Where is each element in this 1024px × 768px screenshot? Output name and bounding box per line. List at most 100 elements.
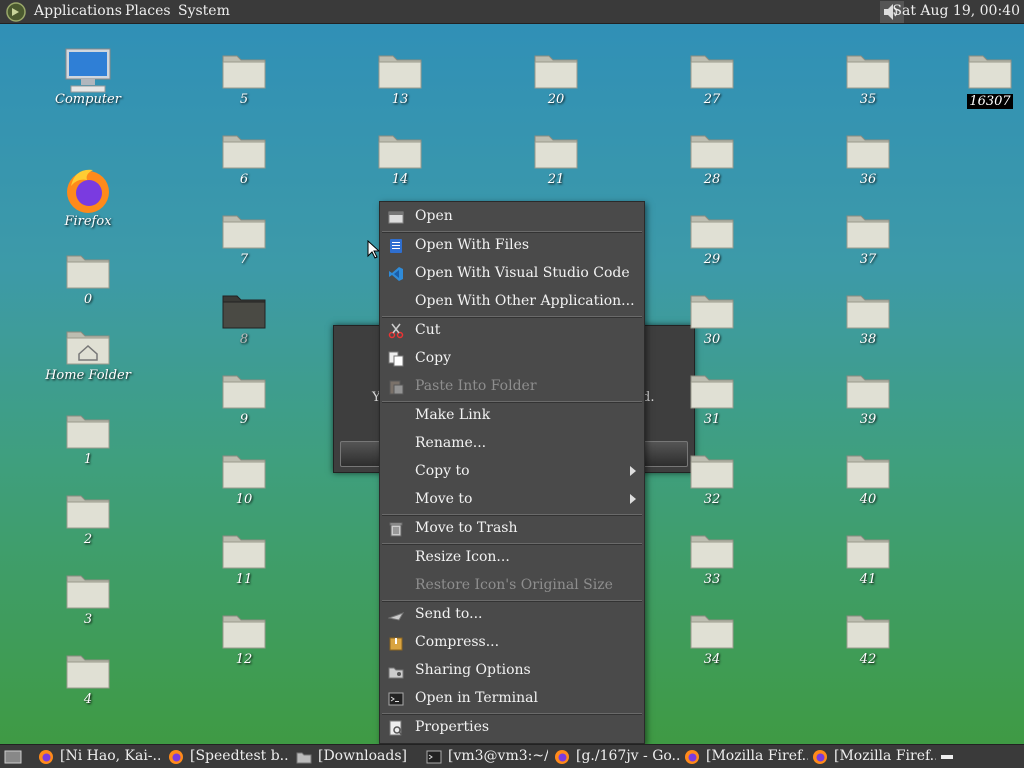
folder-35[interactable]: 35: [818, 50, 918, 107]
folder-icon: [65, 410, 111, 450]
task-downloads[interactable]: [Downloads]: [296, 747, 414, 767]
folder-label: 8: [239, 332, 249, 347]
task-speedtest[interactable]: [Speedtest b...: [168, 747, 288, 767]
folder-33[interactable]: 33: [662, 530, 762, 587]
folder-30[interactable]: 30: [662, 290, 762, 347]
folder-31[interactable]: 31: [662, 370, 762, 427]
menu-item-move-to-trash[interactable]: Move to Trash: [380, 515, 644, 541]
folder-7[interactable]: 7: [194, 210, 294, 267]
menu-item-copy[interactable]: Copy: [380, 345, 644, 371]
menu-item-label: Resize Icon...: [415, 549, 510, 565]
firefox-desktop-icon[interactable]: Firefox: [38, 166, 138, 229]
menu-item-send-to[interactable]: Send to...: [380, 601, 644, 627]
task-google[interactable]: [g./167jv - Go...: [554, 747, 680, 767]
folder-label: 40: [859, 492, 877, 507]
menu-item-open-in-terminal[interactable]: Open in Terminal: [380, 685, 644, 711]
folder-14[interactable]: 14: [350, 130, 450, 187]
folder-1[interactable]: 1: [38, 410, 138, 467]
folder-label: 7: [239, 252, 249, 267]
menu-item-cut[interactable]: Cut: [380, 317, 644, 343]
workspace-switcher-icon[interactable]: [940, 751, 954, 763]
folder-36[interactable]: 36: [818, 130, 918, 187]
menu-item-open-with-vscode[interactable]: Open With Visual Studio Code: [380, 260, 644, 286]
folder-3[interactable]: 3: [38, 570, 138, 627]
folder-41[interactable]: 41: [818, 530, 918, 587]
folder-icon: [845, 50, 891, 90]
task-mozilla-firefox-2[interactable]: [Mozilla Firef...: [812, 747, 936, 767]
menu-item-compress[interactable]: Compress...: [380, 629, 644, 655]
home-folder-desktop-icon[interactable]: Home Folder: [38, 326, 138, 383]
folder-13[interactable]: 13: [350, 50, 450, 107]
folder-12[interactable]: 12: [194, 610, 294, 667]
folder-icon: [65, 650, 111, 690]
applications-menu[interactable]: Applications: [34, 3, 122, 19]
folder-0[interactable]: 0: [38, 250, 138, 307]
folder-34[interactable]: 34: [662, 610, 762, 667]
task-mozilla-firefox-1[interactable]: [Mozilla Firef...: [684, 747, 808, 767]
folder-label: 0: [83, 292, 93, 307]
task-label: [Ni Hao, Kai-...: [60, 748, 160, 764]
menu-item-open-with-other[interactable]: Open With Other Application...: [380, 288, 644, 314]
folder-28[interactable]: 28: [662, 130, 762, 187]
folder-9[interactable]: 9: [194, 370, 294, 427]
folder-label: 6: [239, 172, 249, 187]
menu-item-copy-to[interactable]: Copy to: [380, 458, 644, 484]
folder-icon: [689, 50, 735, 90]
task-terminal[interactable]: [vm3@vm3:~/...: [426, 747, 548, 767]
show-desktop-icon[interactable]: [4, 749, 22, 765]
firefox-icon: [169, 750, 183, 764]
folder-39[interactable]: 39: [818, 370, 918, 427]
folder-27[interactable]: 27: [662, 50, 762, 107]
folder-32[interactable]: 32: [662, 450, 762, 507]
folder-40[interactable]: 40: [818, 450, 918, 507]
task-label: [g./167jv - Go...: [576, 748, 680, 764]
computer-desktop-icon[interactable]: Computer: [38, 46, 138, 107]
folder-icon: [845, 450, 891, 490]
folder-2[interactable]: 2: [38, 490, 138, 547]
menu-item-open-with-files[interactable]: Open With Files: [380, 232, 644, 258]
folder-label: 33: [703, 572, 721, 587]
folder-8-selected[interactable]: 8: [194, 290, 294, 347]
menu-item-rename[interactable]: Rename...: [380, 430, 644, 456]
folder-5[interactable]: 5: [194, 50, 294, 107]
folder-icon: [65, 250, 111, 290]
folder-42[interactable]: 42: [818, 610, 918, 667]
folder-label: 10: [235, 492, 253, 507]
menu-item-label: Move to Trash: [415, 520, 518, 536]
menu-item-open[interactable]: Open: [380, 203, 644, 229]
folder-10[interactable]: 10: [194, 450, 294, 507]
folder-16307[interactable]: 16307: [940, 50, 1024, 109]
folder-icon: [65, 490, 111, 530]
computer-icon: [65, 48, 111, 93]
folder-icon: [845, 130, 891, 170]
menu-item-label: Compress...: [415, 634, 500, 650]
menu-item-move-to[interactable]: Move to: [380, 486, 644, 512]
menu-item-label: Open: [415, 208, 453, 224]
folder-21[interactable]: 21: [506, 130, 606, 187]
task-label: [Mozilla Firef...: [834, 748, 936, 764]
menu-item-label: Paste Into Folder: [415, 378, 537, 394]
task-label: [Speedtest b...: [190, 748, 288, 764]
distro-logo-icon[interactable]: [6, 2, 26, 22]
folder-label: 21: [547, 172, 565, 187]
folder-label: 34: [703, 652, 721, 667]
folder-label: 39: [859, 412, 877, 427]
terminal-icon: [426, 750, 442, 764]
folder-20[interactable]: 20: [506, 50, 606, 107]
folder-icon: [221, 370, 267, 410]
folder-37[interactable]: 37: [818, 210, 918, 267]
menu-item-sharing-options[interactable]: Sharing Options: [380, 657, 644, 683]
clock[interactable]: Sat Aug 19, 00:40: [892, 3, 1020, 19]
folder-38[interactable]: 38: [818, 290, 918, 347]
task-ni-hao[interactable]: [Ni Hao, Kai-...: [38, 747, 160, 767]
task-label: [vm3@vm3:~/...: [448, 748, 548, 764]
folder-11[interactable]: 11: [194, 530, 294, 587]
places-menu[interactable]: Places: [125, 3, 171, 19]
folder-6[interactable]: 6: [194, 130, 294, 187]
menu-item-resize-icon[interactable]: Resize Icon...: [380, 544, 644, 570]
folder-29[interactable]: 29: [662, 210, 762, 267]
folder-4[interactable]: 4: [38, 650, 138, 707]
menu-item-properties[interactable]: Properties: [380, 714, 644, 740]
system-menu[interactable]: System: [178, 3, 230, 19]
menu-item-make-link[interactable]: Make Link: [380, 402, 644, 428]
